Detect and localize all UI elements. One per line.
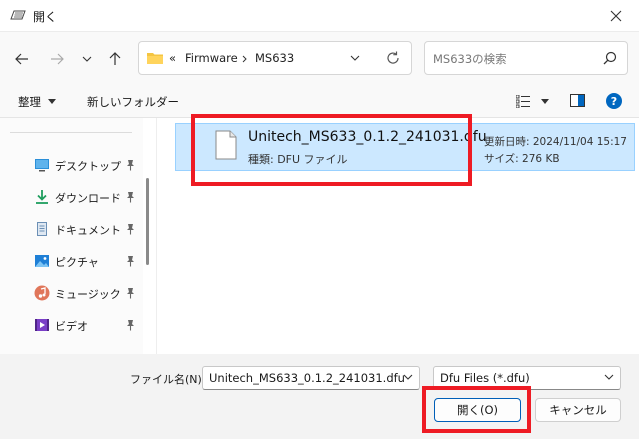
pin-icon[interactable] bbox=[125, 159, 136, 171]
download-icon bbox=[36, 190, 48, 204]
caret-down-icon[interactable] bbox=[541, 99, 549, 104]
sidebar-item-label: ドキュメント bbox=[55, 224, 121, 237]
pictures-icon bbox=[35, 255, 49, 267]
search-placeholder: MS633の検索 bbox=[433, 52, 507, 66]
chevron-down-icon[interactable] bbox=[403, 372, 413, 382]
sidebar-item-pictures[interactable]: ピクチャ bbox=[0, 249, 143, 273]
recent-locations-button[interactable] bbox=[76, 48, 98, 70]
close-button[interactable] bbox=[593, 0, 639, 32]
sidebar-item-music[interactable]: ミュージック bbox=[0, 281, 143, 305]
svg-text:?: ? bbox=[611, 95, 617, 108]
video-icon bbox=[35, 319, 49, 331]
chevron-down-icon[interactable] bbox=[350, 55, 360, 61]
breadcrumb-ms633[interactable]: MS633 bbox=[255, 51, 294, 65]
file-size: サイズ: 276 KB bbox=[484, 153, 560, 165]
sidebar-item-label: ビデオ bbox=[55, 320, 88, 333]
sidebar-item-label: ミュージック bbox=[55, 288, 121, 301]
sidebar-item-documents[interactable]: ドキュメント bbox=[0, 217, 143, 241]
view-list-icon[interactable] bbox=[516, 95, 530, 108]
title-bar: 開く bbox=[0, 0, 639, 32]
cancel-button[interactable]: キャンセル bbox=[535, 398, 621, 422]
command-bar: 整理 新しいフォルダー ? bbox=[0, 84, 639, 118]
up-button[interactable] bbox=[104, 48, 126, 70]
highlight-box-file bbox=[191, 114, 472, 186]
help-icon[interactable]: ? bbox=[606, 93, 622, 109]
close-icon bbox=[610, 10, 622, 22]
pin-icon[interactable] bbox=[125, 223, 136, 235]
new-folder-button[interactable]: 新しいフォルダー bbox=[87, 94, 179, 110]
file-modified: 更新日時: 2024/11/04 15:17 bbox=[484, 136, 627, 148]
filename-label: ファイル名(N): bbox=[130, 373, 206, 386]
chevron-down-icon bbox=[82, 56, 92, 62]
navigation-bar: « Firmware MS633 MS633の検索 bbox=[0, 32, 639, 84]
desktop-icon bbox=[35, 159, 49, 172]
arrow-left-icon bbox=[15, 53, 28, 65]
dialog-footer: ファイル名(N): Unitech_MS633_0.1.2_241031.dfu… bbox=[0, 354, 639, 439]
app-icon bbox=[10, 10, 26, 20]
filename-value: Unitech_MS633_0.1.2_241031.dfu bbox=[209, 371, 405, 385]
breadcrumb-firmware[interactable]: Firmware bbox=[185, 51, 238, 65]
window-title: 開く bbox=[33, 10, 58, 24]
pin-icon[interactable] bbox=[125, 287, 136, 299]
sidebar-item-desktop[interactable]: デスクトップ bbox=[0, 153, 143, 177]
folder-icon bbox=[147, 53, 163, 64]
highlight-box-open bbox=[422, 386, 531, 433]
chevron-right-icon bbox=[242, 55, 247, 63]
organize-button[interactable]: 整理 bbox=[18, 94, 41, 110]
document-icon bbox=[37, 222, 47, 236]
sidebar-item-label: ピクチャ bbox=[55, 256, 99, 269]
refresh-icon[interactable] bbox=[385, 50, 401, 66]
caret-down-icon bbox=[48, 99, 56, 104]
back-button[interactable] bbox=[11, 48, 33, 70]
arrow-up-icon bbox=[109, 52, 121, 65]
address-bar[interactable]: « Firmware MS633 bbox=[138, 41, 412, 75]
sidebar-item-downloads[interactable]: ダウンロード bbox=[0, 185, 143, 209]
sidebar-divider bbox=[10, 132, 132, 133]
music-icon bbox=[34, 285, 50, 301]
pane-divider[interactable] bbox=[156, 118, 157, 354]
chevron-down-icon bbox=[604, 374, 614, 380]
forward-button[interactable] bbox=[46, 48, 68, 70]
sidebar-item-label: ダウンロード bbox=[55, 192, 121, 205]
preview-pane-icon[interactable] bbox=[570, 94, 585, 107]
search-icon bbox=[603, 51, 617, 65]
filetype-value: Dfu Files (*.dfu) bbox=[440, 371, 530, 385]
pin-icon[interactable] bbox=[125, 319, 136, 331]
arrow-right-icon bbox=[51, 53, 64, 65]
filename-input[interactable]: Unitech_MS633_0.1.2_241031.dfu bbox=[202, 366, 420, 390]
pin-icon[interactable] bbox=[125, 255, 136, 267]
pin-icon[interactable] bbox=[125, 191, 136, 203]
sidebar-item-videos[interactable]: ビデオ bbox=[0, 313, 143, 337]
search-box[interactable]: MS633の検索 bbox=[424, 41, 628, 75]
main-area: デスクトップ ダウンロード ドキュメント ピクチャ ミュージック ビデオ Uni… bbox=[0, 114, 639, 354]
navigation-pane: デスクトップ ダウンロード ドキュメント ピクチャ ミュージック ビデオ bbox=[0, 118, 143, 354]
address-overflow[interactable]: « bbox=[169, 51, 176, 65]
sidebar-scrollbar[interactable] bbox=[146, 178, 149, 265]
sidebar-item-label: デスクトップ bbox=[55, 160, 121, 173]
